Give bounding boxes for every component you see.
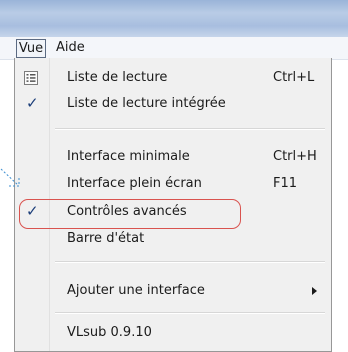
menu-item-label: Barre d'état <box>67 231 145 246</box>
menu-item-vlsub[interactable]: VLsub 0.9.10 <box>15 322 331 344</box>
menu-item-shortcut: Ctrl+H <box>273 149 317 164</box>
menu-item-add-interface[interactable]: Ajouter une interface <box>15 280 331 302</box>
menu-separator <box>55 261 325 263</box>
menu-item-minimal-interface[interactable]: Interface minimale Ctrl+H <box>15 146 331 168</box>
menu-separator <box>55 128 325 130</box>
menu-vue[interactable]: Vue <box>16 39 46 58</box>
submenu-arrow-icon <box>312 287 317 295</box>
menu-item-label: Interface minimale <box>67 149 190 164</box>
menu-bar: Vue Aide <box>0 37 348 60</box>
checkmark-icon: ✓ <box>26 94 39 112</box>
menu-item-shortcut: F11 <box>273 176 298 191</box>
menu-item-label: Ajouter une interface <box>67 283 205 298</box>
window-title-bar <box>0 0 348 37</box>
menu-item-integrated-playlist[interactable]: ✓ Liste de lecture intégrée <box>15 93 331 115</box>
menu-separator <box>55 312 325 314</box>
menu-item-status-bar[interactable]: Barre d'état <box>15 228 331 250</box>
menu-item-label: VLsub 0.9.10 <box>67 325 152 340</box>
highlight-outline <box>19 199 241 229</box>
menu-item-label: Interface plein écran <box>67 176 202 191</box>
playlist-icon <box>24 71 38 89</box>
menu-item-playlist[interactable]: Liste de lecture Ctrl+L <box>15 67 331 89</box>
menu-item-shortcut: Ctrl+L <box>273 70 315 85</box>
menu-item-fullscreen-interface[interactable]: Interface plein écran F11 <box>15 173 331 195</box>
menu-item-label: Liste de lecture intégrée <box>67 96 226 111</box>
pointer-arrow-icon <box>0 168 20 187</box>
menu-item-label: Liste de lecture <box>67 70 168 85</box>
menu-aide[interactable]: Aide <box>52 39 89 56</box>
